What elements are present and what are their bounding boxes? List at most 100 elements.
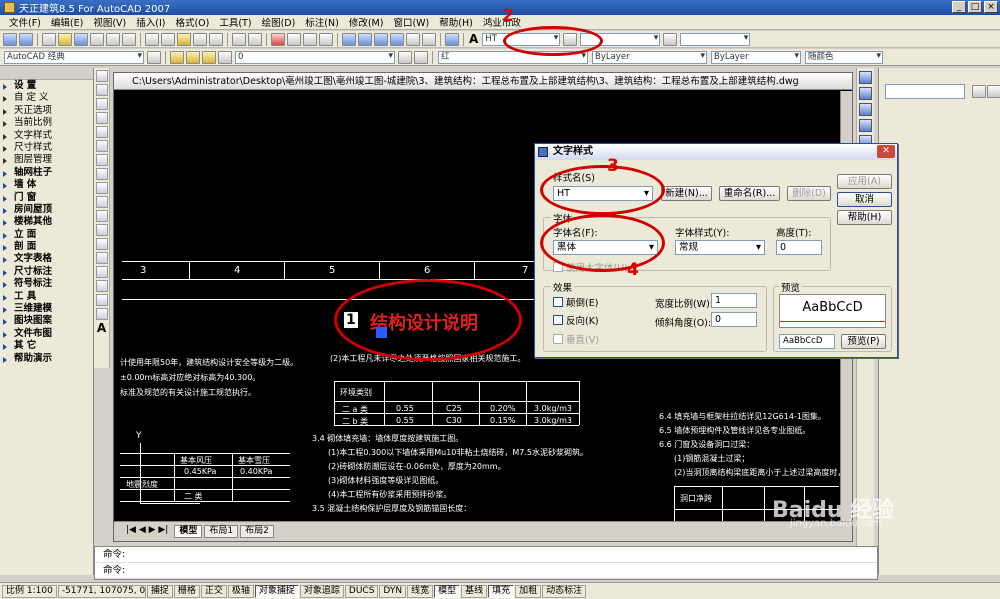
print-icon[interactable] bbox=[90, 32, 104, 46]
tool-palettes-icon[interactable] bbox=[374, 32, 388, 46]
help-button[interactable]: 帮助(H) bbox=[837, 210, 892, 225]
palette-item[interactable]: 轴网柱子 bbox=[0, 167, 93, 179]
palette-item[interactable]: 三维建模 bbox=[0, 303, 93, 315]
tab-layout1[interactable]: 布局1 bbox=[204, 525, 239, 538]
palette-item[interactable]: 剖 面 bbox=[0, 241, 93, 253]
copy-object-icon[interactable] bbox=[859, 87, 872, 100]
zoom-window-icon[interactable] bbox=[303, 32, 317, 46]
palette-item[interactable]: 自 定 义 bbox=[0, 92, 93, 104]
preview-text-input[interactable]: AaBbCcD bbox=[779, 334, 835, 349]
toggle-bold[interactable]: 加粗 bbox=[515, 584, 542, 598]
toggle-snap[interactable]: 捕捉 bbox=[146, 584, 173, 598]
cut-icon[interactable] bbox=[145, 32, 159, 46]
workspace-combo[interactable]: AutoCAD 经典 bbox=[4, 50, 144, 64]
layer-combo[interactable]: 0 bbox=[235, 50, 395, 64]
toggle-grid[interactable]: 栅格 bbox=[173, 584, 200, 598]
paste-icon[interactable] bbox=[177, 32, 191, 46]
save-icon[interactable] bbox=[74, 32, 88, 46]
make-current-layer-icon[interactable] bbox=[398, 50, 412, 64]
toggle-ducs[interactable]: DUCS bbox=[344, 584, 379, 598]
vertical-checkbox[interactable]: 垂直(V) bbox=[553, 332, 599, 346]
properties-icon[interactable] bbox=[342, 32, 356, 46]
workspace-settings-icon[interactable] bbox=[147, 50, 161, 64]
region-icon[interactable] bbox=[95, 294, 108, 306]
palette-item[interactable]: 房间屋顶 bbox=[0, 204, 93, 216]
markup-icon[interactable] bbox=[406, 32, 420, 46]
offset-icon[interactable] bbox=[859, 119, 872, 132]
command-prompt[interactable]: 命令: bbox=[95, 563, 877, 579]
menu-edit[interactable]: 编辑(E) bbox=[46, 15, 88, 29]
undo-icon[interactable] bbox=[232, 32, 246, 46]
toggle-fill[interactable]: 填充 bbox=[488, 584, 515, 598]
toggle-dyn[interactable]: DYN bbox=[379, 584, 407, 598]
tab-model[interactable]: 模型 bbox=[174, 525, 203, 538]
multiline-text-icon[interactable]: A bbox=[96, 322, 108, 334]
palette-item[interactable]: 尺寸标注 bbox=[0, 266, 93, 278]
close-button[interactable]: × bbox=[984, 1, 998, 13]
tab-layout2[interactable]: 布局2 bbox=[240, 525, 274, 538]
erase-icon[interactable] bbox=[859, 71, 872, 84]
hatch-icon[interactable] bbox=[95, 266, 108, 278]
palette-header[interactable] bbox=[0, 68, 93, 80]
palette-item[interactable]: 图块图案 bbox=[0, 315, 93, 327]
rename-style-button[interactable]: 重命名(R)... bbox=[719, 186, 780, 201]
table-style-icon[interactable] bbox=[663, 32, 678, 46]
delete-style-button[interactable]: 删除(D) bbox=[787, 186, 831, 201]
sheet-set-icon[interactable] bbox=[390, 32, 404, 46]
palette-item[interactable]: 立 面 bbox=[0, 229, 93, 241]
command-line[interactable]: 命令: 命令: bbox=[94, 546, 878, 580]
new-file-icon[interactable] bbox=[42, 32, 56, 46]
palette-item[interactable]: 文字表格 bbox=[0, 253, 93, 265]
menu-window[interactable]: 窗口(W) bbox=[388, 15, 434, 29]
ellipse-icon[interactable] bbox=[95, 196, 108, 208]
width-factor-input[interactable]: 1 bbox=[711, 293, 757, 308]
menu-view[interactable]: 视图(V) bbox=[88, 15, 131, 29]
design-center-icon[interactable] bbox=[358, 32, 372, 46]
palette-item[interactable]: 符号标注 bbox=[0, 278, 93, 290]
palette-item[interactable]: 其 它 bbox=[0, 340, 93, 352]
spline-icon[interactable] bbox=[95, 182, 108, 194]
redo-icon[interactable] bbox=[248, 32, 262, 46]
layer-lock-icon[interactable] bbox=[218, 50, 232, 64]
palette-item[interactable]: 墙 体 bbox=[0, 179, 93, 191]
backwards-checkbox[interactable]: 反向(K) bbox=[553, 313, 599, 327]
palette-item[interactable]: 尺寸样式 bbox=[0, 142, 93, 154]
text-style-icon[interactable]: A bbox=[469, 32, 478, 46]
new-style-button[interactable]: 新建(N)... bbox=[661, 186, 712, 201]
toggle-baseline[interactable]: 基线 bbox=[461, 584, 488, 598]
palette-item[interactable]: 楼梯其他 bbox=[0, 216, 93, 228]
scale-indicator[interactable]: 比例 1:100 bbox=[2, 584, 57, 598]
help-icon[interactable] bbox=[445, 32, 459, 46]
menu-tools[interactable]: 工具(T) bbox=[214, 15, 256, 29]
palette-item[interactable]: 文字样式 bbox=[0, 130, 93, 142]
block-editor-icon[interactable] bbox=[209, 32, 223, 46]
toggle-model[interactable]: 模型 bbox=[434, 584, 461, 598]
arc-icon[interactable] bbox=[95, 140, 108, 152]
named-view-combo[interactable] bbox=[885, 84, 965, 99]
layer-previous-icon[interactable] bbox=[414, 50, 428, 64]
menu-help[interactable]: 帮助(H) bbox=[434, 15, 478, 29]
menu-dimension[interactable]: 标注(N) bbox=[300, 15, 344, 29]
construction-line-icon[interactable] bbox=[95, 84, 108, 96]
menu-file[interactable]: 文件(F) bbox=[4, 15, 46, 29]
tab-nav-arrows[interactable]: |◀ ◀ ▶ ▶| bbox=[122, 525, 172, 538]
table-style-combo[interactable] bbox=[680, 32, 751, 46]
palette-item[interactable]: 帮助演示 bbox=[0, 353, 93, 365]
match-properties-icon[interactable] bbox=[193, 32, 207, 46]
palette-item[interactable]: 门 窗 bbox=[0, 192, 93, 204]
oblique-angle-input[interactable]: 0 bbox=[711, 312, 757, 327]
maximize-button[interactable]: □ bbox=[968, 1, 982, 13]
autocad-icon[interactable] bbox=[19, 32, 33, 46]
menu-insert[interactable]: 插入(I) bbox=[131, 15, 170, 29]
plotstyle-combo[interactable]: 随颜色 bbox=[805, 50, 883, 64]
toggle-otrack[interactable]: 对象追踪 bbox=[299, 584, 344, 598]
menu-modify[interactable]: 修改(M) bbox=[344, 15, 389, 29]
dialog-close-button[interactable]: ✕ bbox=[877, 145, 895, 158]
print-preview-icon[interactable] bbox=[106, 32, 120, 46]
palette-item[interactable]: 当前比例 bbox=[0, 117, 93, 129]
linetype-combo[interactable]: ByLayer bbox=[592, 50, 707, 64]
toggle-ortho[interactable]: 正交 bbox=[200, 584, 227, 598]
palette-item[interactable]: 文件布图 bbox=[0, 328, 93, 340]
open-file-icon[interactable] bbox=[58, 32, 72, 46]
rectangle-icon[interactable] bbox=[95, 126, 108, 138]
